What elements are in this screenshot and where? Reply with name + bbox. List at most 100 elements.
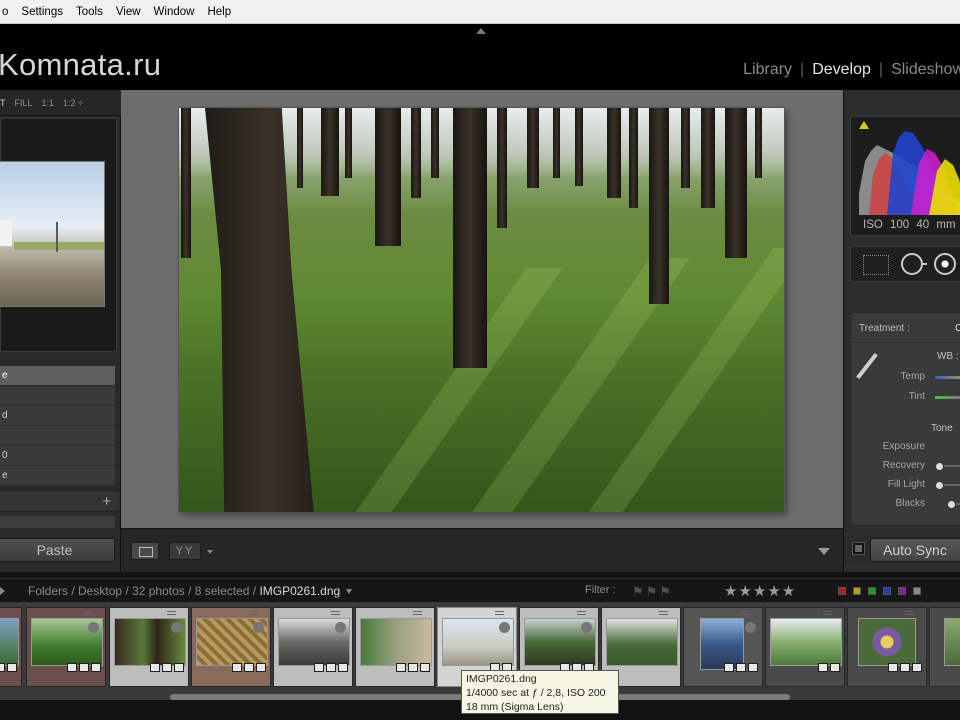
sync-toggle[interactable] xyxy=(852,542,865,555)
navigator-thumbnail[interactable] xyxy=(0,161,105,307)
thumb-hedge xyxy=(14,242,104,250)
paste-button[interactable]: Paste xyxy=(0,538,115,562)
color-chip-yellow[interactable] xyxy=(853,587,861,595)
auto-sync-button[interactable]: Auto Sync xyxy=(870,538,960,562)
filmstrip-cell[interactable] xyxy=(109,607,189,687)
tool-strip xyxy=(850,246,960,282)
crop-tool-icon[interactable] xyxy=(863,255,889,275)
filmstrip-cell[interactable] xyxy=(0,607,22,687)
blacks-label: Blacks xyxy=(895,498,925,509)
basic-panel: Treatment : C WB : Temp Tint Tone Exposu… xyxy=(850,312,960,526)
filmstrip-back-arrow-icon[interactable] xyxy=(0,586,5,596)
filmstrip-cell[interactable] xyxy=(355,607,435,687)
histogram-graph[interactable] xyxy=(859,123,960,215)
color-chip-green[interactable] xyxy=(868,587,876,595)
snapshots-header[interactable]: + xyxy=(0,490,119,512)
color-chip-purple[interactable] xyxy=(898,587,906,595)
filename-dropdown-icon[interactable] xyxy=(346,589,353,595)
filmstrip-cell[interactable] xyxy=(26,607,106,687)
filmstrip-cell[interactable] xyxy=(929,607,960,687)
recovery-slider[interactable] xyxy=(936,463,960,470)
right-panel: ISO 100 40 mm Treatment : C WB : Temp Ti… xyxy=(843,90,960,572)
current-filename: IMGP0261.dng xyxy=(259,584,341,598)
filmstrip-cell[interactable] xyxy=(765,607,845,687)
edit-dot-icon xyxy=(253,622,264,633)
preset-item[interactable]: d xyxy=(0,406,115,426)
thumb-badges xyxy=(312,663,348,672)
filmstrip-breadcrumb[interactable]: Folders / Desktop / 32 photos / 8 select… xyxy=(28,584,353,598)
menu-help[interactable]: Help xyxy=(207,6,231,18)
module-develop[interactable]: Develop xyxy=(812,61,871,79)
tint-slider[interactable] xyxy=(935,396,960,399)
red-eye-icon[interactable] xyxy=(934,253,956,275)
badge-icon xyxy=(326,663,336,672)
before-after-dropdown-icon[interactable] xyxy=(207,550,213,554)
menu-bar: o Settings Tools View Window Help xyxy=(0,0,960,24)
stack-lines-icon xyxy=(495,611,504,615)
menu-settings[interactable]: Settings xyxy=(21,6,63,18)
photo-tree xyxy=(649,108,669,304)
menu-tools[interactable]: Tools xyxy=(76,6,103,18)
photo-tree xyxy=(297,108,303,188)
photo-tree xyxy=(681,108,690,188)
filmstrip-cell[interactable] xyxy=(191,607,271,687)
thumb-badges xyxy=(722,663,758,672)
badge-icon xyxy=(888,663,898,672)
preset-item[interactable] xyxy=(0,386,115,406)
thumbnail xyxy=(360,618,432,666)
shadow-clipping-icon[interactable] xyxy=(859,121,869,129)
photo-tree xyxy=(553,108,560,178)
edit-dot-icon xyxy=(581,622,592,633)
snapshots-list xyxy=(0,516,115,528)
badge-icon xyxy=(314,663,324,672)
thumbnail xyxy=(0,618,19,666)
edit-dot-icon xyxy=(335,622,346,633)
preset-item[interactable]: 0 xyxy=(0,446,115,466)
zoom-fill[interactable]: FILL xyxy=(15,98,33,108)
filmstrip-header: Folders / Desktop / 32 photos / 8 select… xyxy=(0,578,960,602)
stack-lines-icon xyxy=(84,611,93,615)
filmstrip-cell[interactable] xyxy=(847,607,927,687)
navigator-preview[interactable] xyxy=(0,118,117,352)
thumb-badges xyxy=(230,663,266,672)
zoom-1-2[interactable]: 1:2 ÷ xyxy=(63,98,83,108)
recovery-label: Recovery xyxy=(882,460,925,471)
forest-photo[interactable] xyxy=(179,108,784,512)
star-filter[interactable]: ★★★★★ xyxy=(724,582,796,600)
module-slideshow[interactable]: Slideshow xyxy=(891,61,960,79)
color-chip-none[interactable] xyxy=(913,587,921,595)
preset-item[interactable]: e xyxy=(0,466,115,486)
temp-slider[interactable] xyxy=(935,376,960,379)
toolbar-menu-chevron-icon[interactable] xyxy=(818,548,830,555)
thumb-badges xyxy=(816,663,840,672)
spot-removal-icon[interactable] xyxy=(901,253,927,275)
flag-filter[interactable]: ⚑⚑⚑ xyxy=(632,584,673,600)
menu-view[interactable]: View xyxy=(116,6,141,18)
add-snapshot-plus-icon[interactable]: + xyxy=(102,493,111,510)
menu-window[interactable]: Window xyxy=(154,6,195,18)
module-library[interactable]: Library xyxy=(743,61,792,79)
before-after-button[interactable]: YY xyxy=(169,542,201,560)
collapse-top-arrow-icon[interactable] xyxy=(476,28,486,34)
blacks-slider[interactable] xyxy=(948,501,960,508)
histogram-panel: ISO 100 40 mm xyxy=(850,116,960,236)
zoom-1-1[interactable]: 1:1 xyxy=(42,98,55,108)
photo-tree xyxy=(629,108,638,208)
filmstrip-cell[interactable] xyxy=(683,607,763,687)
fill-light-slider[interactable] xyxy=(936,482,960,489)
zoom-fit[interactable]: T xyxy=(0,98,6,108)
treatment-color[interactable]: C xyxy=(955,323,960,334)
preset-item[interactable]: e xyxy=(0,366,115,386)
badge-icon xyxy=(0,663,5,672)
menu-file[interactable]: o xyxy=(2,6,8,18)
color-chip-blue[interactable] xyxy=(883,587,891,595)
thumb-badges xyxy=(886,663,922,672)
tooltip-lens: 18 mm (Sigma Lens) xyxy=(466,701,564,713)
filmstrip-cell[interactable] xyxy=(273,607,353,687)
center-toolbar: YY xyxy=(121,528,843,572)
badge-icon xyxy=(408,663,418,672)
color-chip-red[interactable] xyxy=(838,587,846,595)
badge-icon xyxy=(79,663,89,672)
preset-item[interactable] xyxy=(0,426,115,446)
loupe-view-button[interactable] xyxy=(131,542,159,560)
